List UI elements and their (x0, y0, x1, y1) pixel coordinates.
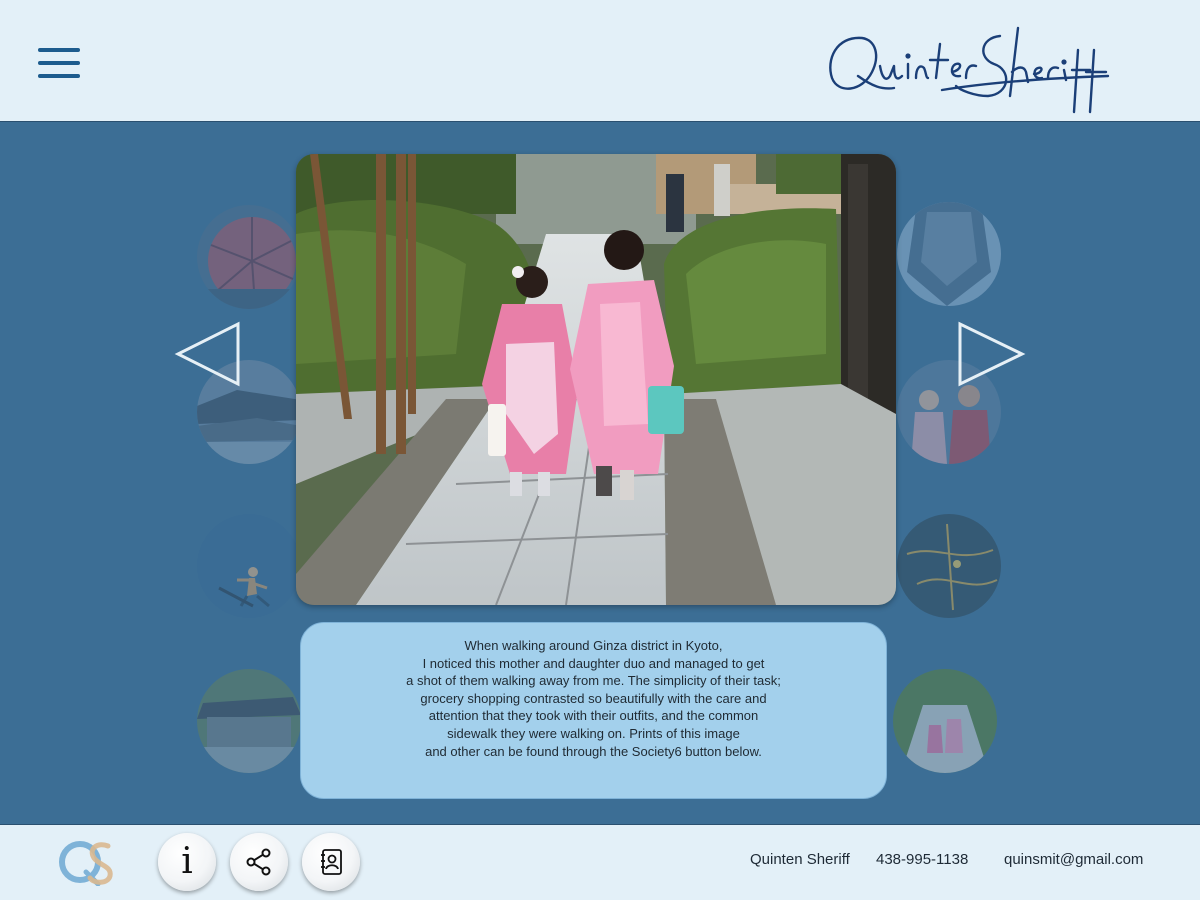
caption-line: When walking around Ginza district in Ky… (464, 638, 723, 653)
hamburger-menu-icon[interactable] (38, 48, 80, 78)
info-button[interactable]: i (158, 833, 216, 891)
qs-logo[interactable] (58, 838, 116, 887)
thumbnail-building[interactable] (897, 202, 1001, 306)
share-button[interactable] (230, 833, 288, 891)
next-arrow-icon[interactable] (956, 320, 1026, 390)
previous-arrow-icon[interactable] (174, 320, 244, 390)
contact-button[interactable] (302, 833, 360, 891)
signature-logo[interactable] (822, 16, 1112, 120)
info-icon: i (181, 841, 193, 882)
featured-photo (296, 154, 896, 605)
thumbnail-umbrella[interactable] (197, 205, 301, 309)
contact-phone[interactable]: 438-995-1138 (876, 851, 968, 868)
photo-caption: When walking around Ginza district in Ky… (300, 622, 887, 799)
share-icon (246, 848, 271, 876)
footer: i Quinten Sheriff 438-995-1138 quinsmit@… (0, 825, 1200, 900)
caption-line: I noticed this mother and daughter duo a… (422, 655, 765, 671)
contact-name: Quinten Sheriff (750, 851, 850, 868)
contact-email[interactable]: quinsmit@gmail.com (1004, 851, 1143, 868)
thumbnail-shrine[interactable] (197, 669, 301, 773)
header (0, 0, 1200, 121)
caption-line: attention that they took with their outf… (428, 708, 759, 724)
caption-line: a shot of them walking away from me. The… (406, 673, 781, 689)
thumbnail-kimono-walk[interactable] (893, 669, 997, 773)
caption-line: grocery shopping contrasted so beautiful… (420, 690, 767, 706)
contact-book-icon (321, 849, 342, 875)
caption-line: sidewalk they were walking on. Prints of… (447, 725, 740, 741)
caption-line: and other can be found through the Socie… (425, 743, 762, 759)
gallery-area: When walking around Ginza district in Ky… (0, 121, 1200, 825)
thumbnail-night-lights[interactable] (897, 514, 1001, 618)
thumbnail-skateboarder[interactable] (197, 514, 301, 618)
